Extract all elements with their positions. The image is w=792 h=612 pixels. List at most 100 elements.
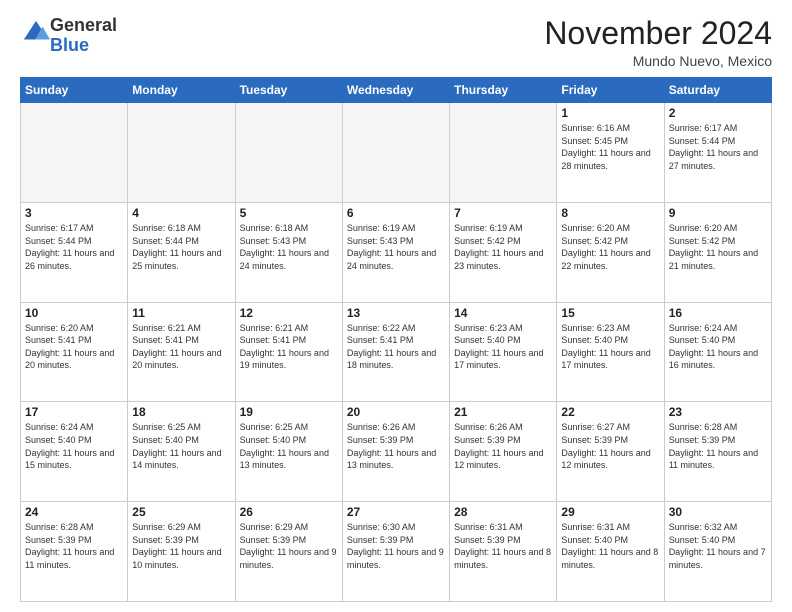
table-row: 12 Sunrise: 6:21 AM Sunset: 5:41 PM Dayli…: [235, 302, 342, 402]
calendar-week-row: 3Sunrise: 6:17 AM Sunset: 5:44 PM Daylig…: [21, 202, 772, 302]
day-number: 12: [240, 306, 338, 320]
table-row: 16Sunrise: 6:24 AM Sunset: 5:40 PM Dayli…: [664, 302, 771, 402]
day-number: 2: [669, 106, 767, 120]
day-info: Sunrise: 6:24 AM Sunset: 5:40 PM Dayligh…: [669, 322, 767, 372]
day-info: Sunrise: 6:20 AM Sunset: 5:41 PM Dayligh…: [25, 322, 123, 372]
day-info: Sunrise: 6:26 AM Sunset: 5:39 PM Dayligh…: [347, 421, 445, 471]
day-info: Sunrise: 6:18 AM Sunset: 5:44 PM Dayligh…: [132, 222, 230, 272]
day-number: 4: [132, 206, 230, 220]
day-number: 5: [240, 206, 338, 220]
calendar-week-row: 1Sunrise: 6:16 AM Sunset: 5:45 PM Daylig…: [21, 103, 772, 203]
day-number: 19: [240, 405, 338, 419]
calendar-week-row: 24Sunrise: 6:28 AM Sunset: 5:39 PM Dayli…: [21, 502, 772, 602]
table-row: 5 Sunrise: 6:18 AM Sunset: 5:43 PM Daylig…: [235, 202, 342, 302]
day-info: Sunrise: 6:16 AM Sunset: 5:45 PM Dayligh…: [561, 122, 659, 172]
month-title: November 2024: [544, 16, 772, 51]
table-row: 3Sunrise: 6:17 AM Sunset: 5:44 PM Daylig…: [21, 202, 128, 302]
day-info: Sunrise: 6:20 AM Sunset: 5:42 PM Dayligh…: [561, 222, 659, 272]
day-info: Sunrise: 6:22 AM Sunset: 5:41 PM Dayligh…: [347, 322, 445, 372]
page: General Blue November 2024 Mundo Nuevo, …: [0, 0, 792, 612]
table-row: 9Sunrise: 6:20 AM Sunset: 5:42 PM Daylig…: [664, 202, 771, 302]
table-row: 7 Sunrise: 6:19 AM Sunset: 5:42 PM Daylig…: [450, 202, 557, 302]
day-number: 6: [347, 206, 445, 220]
table-row: 24Sunrise: 6:28 AM Sunset: 5:39 PM Dayli…: [21, 502, 128, 602]
day-info: Sunrise: 6:25 AM Sunset: 5:40 PM Dayligh…: [132, 421, 230, 471]
day-info: Sunrise: 6:26 AM Sunset: 5:39 PM Dayligh…: [454, 421, 552, 471]
table-row: 23 Sunrise: 6:28 AM Sunset: 5:39 PM Dayli…: [664, 402, 771, 502]
table-row: [450, 103, 557, 203]
day-number: 22: [561, 405, 659, 419]
table-row: 21 Sunrise: 6:26 AM Sunset: 5:39 PM Dayli…: [450, 402, 557, 502]
table-row: [21, 103, 128, 203]
header: General Blue November 2024 Mundo Nuevo, …: [20, 16, 772, 69]
table-row: 18 Sunrise: 6:25 AM Sunset: 5:40 PM Dayli…: [128, 402, 235, 502]
table-row: 4 Sunrise: 6:18 AM Sunset: 5:44 PM Daylig…: [128, 202, 235, 302]
day-number: 18: [132, 405, 230, 419]
table-row: 28 Sunrise: 6:31 AM Sunset: 5:39 PM Dayli…: [450, 502, 557, 602]
day-info: Sunrise: 6:23 AM Sunset: 5:40 PM Dayligh…: [454, 322, 552, 372]
day-info: Sunrise: 6:24 AM Sunset: 5:40 PM Dayligh…: [25, 421, 123, 471]
table-row: 30 Sunrise: 6:32 AM Sunset: 5:40 PM Dayli…: [664, 502, 771, 602]
day-number: 23: [669, 405, 767, 419]
day-number: 17: [25, 405, 123, 419]
day-number: 13: [347, 306, 445, 320]
day-info: Sunrise: 6:17 AM Sunset: 5:44 PM Dayligh…: [669, 122, 767, 172]
table-row: [128, 103, 235, 203]
day-info: Sunrise: 6:27 AM Sunset: 5:39 PM Dayligh…: [561, 421, 659, 471]
day-number: 7: [454, 206, 552, 220]
day-info: Sunrise: 6:31 AM Sunset: 5:39 PM Dayligh…: [454, 521, 552, 571]
col-saturday: Saturday: [664, 78, 771, 103]
col-sunday: Sunday: [21, 78, 128, 103]
logo-general-text: General: [50, 15, 117, 35]
day-number: 26: [240, 505, 338, 519]
col-tuesday: Tuesday: [235, 78, 342, 103]
table-row: 6 Sunrise: 6:19 AM Sunset: 5:43 PM Daylig…: [342, 202, 449, 302]
table-row: 8Sunrise: 6:20 AM Sunset: 5:42 PM Daylig…: [557, 202, 664, 302]
day-info: Sunrise: 6:21 AM Sunset: 5:41 PM Dayligh…: [240, 322, 338, 372]
day-number: 15: [561, 306, 659, 320]
day-number: 25: [132, 505, 230, 519]
table-row: 25Sunrise: 6:29 AM Sunset: 5:39 PM Dayli…: [128, 502, 235, 602]
calendar-week-row: 10 Sunrise: 6:20 AM Sunset: 5:41 PM Dayli…: [21, 302, 772, 402]
table-row: [235, 103, 342, 203]
day-info: Sunrise: 6:18 AM Sunset: 5:43 PM Dayligh…: [240, 222, 338, 272]
day-number: 30: [669, 505, 767, 519]
table-row: 14 Sunrise: 6:23 AM Sunset: 5:40 PM Dayli…: [450, 302, 557, 402]
day-number: 11: [132, 306, 230, 320]
table-row: 11 Sunrise: 6:21 AM Sunset: 5:41 PM Dayli…: [128, 302, 235, 402]
title-section: November 2024 Mundo Nuevo, Mexico: [544, 16, 772, 69]
logo-blue-text: Blue: [50, 35, 89, 55]
table-row: 10 Sunrise: 6:20 AM Sunset: 5:41 PM Dayli…: [21, 302, 128, 402]
day-info: Sunrise: 6:19 AM Sunset: 5:42 PM Dayligh…: [454, 222, 552, 272]
table-row: 13 Sunrise: 6:22 AM Sunset: 5:41 PM Dayli…: [342, 302, 449, 402]
day-number: 10: [25, 306, 123, 320]
table-row: 26 Sunrise: 6:29 AM Sunset: 5:39 PM Dayli…: [235, 502, 342, 602]
day-number: 29: [561, 505, 659, 519]
day-info: Sunrise: 6:32 AM Sunset: 5:40 PM Dayligh…: [669, 521, 767, 571]
day-info: Sunrise: 6:25 AM Sunset: 5:40 PM Dayligh…: [240, 421, 338, 471]
col-wednesday: Wednesday: [342, 78, 449, 103]
table-row: 17 Sunrise: 6:24 AM Sunset: 5:40 PM Dayli…: [21, 402, 128, 502]
day-info: Sunrise: 6:31 AM Sunset: 5:40 PM Dayligh…: [561, 521, 659, 571]
day-info: Sunrise: 6:19 AM Sunset: 5:43 PM Dayligh…: [347, 222, 445, 272]
day-number: 24: [25, 505, 123, 519]
table-row: 20Sunrise: 6:26 AM Sunset: 5:39 PM Dayli…: [342, 402, 449, 502]
col-friday: Friday: [557, 78, 664, 103]
day-number: 21: [454, 405, 552, 419]
day-info: Sunrise: 6:30 AM Sunset: 5:39 PM Dayligh…: [347, 521, 445, 571]
table-row: 15 Sunrise: 6:23 AM Sunset: 5:40 PM Dayli…: [557, 302, 664, 402]
col-thursday: Thursday: [450, 78, 557, 103]
col-monday: Monday: [128, 78, 235, 103]
day-number: 14: [454, 306, 552, 320]
day-info: Sunrise: 6:29 AM Sunset: 5:39 PM Dayligh…: [240, 521, 338, 571]
calendar-table: Sunday Monday Tuesday Wednesday Thursday…: [20, 77, 772, 602]
logo: General Blue: [20, 16, 117, 56]
table-row: 27Sunrise: 6:30 AM Sunset: 5:39 PM Dayli…: [342, 502, 449, 602]
day-number: 9: [669, 206, 767, 220]
table-row: 19 Sunrise: 6:25 AM Sunset: 5:40 PM Dayli…: [235, 402, 342, 502]
day-info: Sunrise: 6:21 AM Sunset: 5:41 PM Dayligh…: [132, 322, 230, 372]
day-number: 28: [454, 505, 552, 519]
day-info: Sunrise: 6:23 AM Sunset: 5:40 PM Dayligh…: [561, 322, 659, 372]
day-info: Sunrise: 6:28 AM Sunset: 5:39 PM Dayligh…: [669, 421, 767, 471]
day-number: 3: [25, 206, 123, 220]
